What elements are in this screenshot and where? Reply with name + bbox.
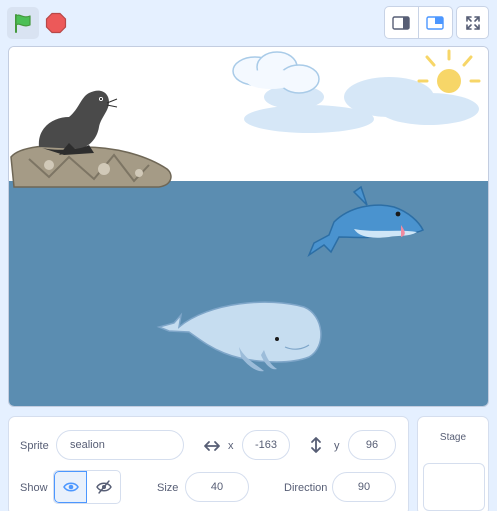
direction-input[interactable]: 90 xyxy=(332,472,396,502)
stop-button[interactable] xyxy=(42,7,70,39)
eye-slash-icon xyxy=(95,480,112,494)
show-visible-button[interactable] xyxy=(54,471,88,503)
sprite-name-input[interactable]: sealion xyxy=(56,430,184,460)
sprite-label: Sprite xyxy=(20,440,49,452)
stop-icon xyxy=(45,12,67,34)
x-position-input[interactable]: -163 xyxy=(242,430,290,460)
stage-thumbnail[interactable] xyxy=(423,463,485,511)
x-position-icon xyxy=(204,441,220,451)
y-label: y xyxy=(334,440,340,452)
direction-label: Direction xyxy=(284,482,328,494)
large-stage-button[interactable] xyxy=(419,7,453,38)
green-flag-icon xyxy=(15,14,31,33)
stage-selector-panel[interactable]: Stage xyxy=(417,416,489,511)
small-stage-icon xyxy=(392,15,410,30)
show-hidden-button[interactable] xyxy=(87,471,120,503)
y-position-icon xyxy=(311,437,321,453)
size-input[interactable]: 40 xyxy=(185,472,249,502)
y-position-input[interactable]: 96 xyxy=(348,430,396,460)
stage-size-toggle xyxy=(384,6,453,39)
green-flag-button[interactable] xyxy=(7,7,39,39)
eye-icon xyxy=(62,482,79,492)
size-label: Size xyxy=(157,482,179,494)
stage-selector-title: Stage xyxy=(439,432,467,443)
large-stage-icon xyxy=(426,15,444,30)
show-label: Show xyxy=(20,482,48,494)
stage-canvas[interactable] xyxy=(8,46,489,407)
small-stage-button[interactable] xyxy=(385,7,419,38)
fullscreen-button[interactable] xyxy=(456,6,489,39)
x-label: x xyxy=(228,440,234,452)
show-toggle xyxy=(53,470,121,504)
stage-scene xyxy=(9,47,488,406)
stage-header xyxy=(0,0,497,46)
fullscreen-icon xyxy=(465,15,480,30)
water xyxy=(9,181,488,406)
